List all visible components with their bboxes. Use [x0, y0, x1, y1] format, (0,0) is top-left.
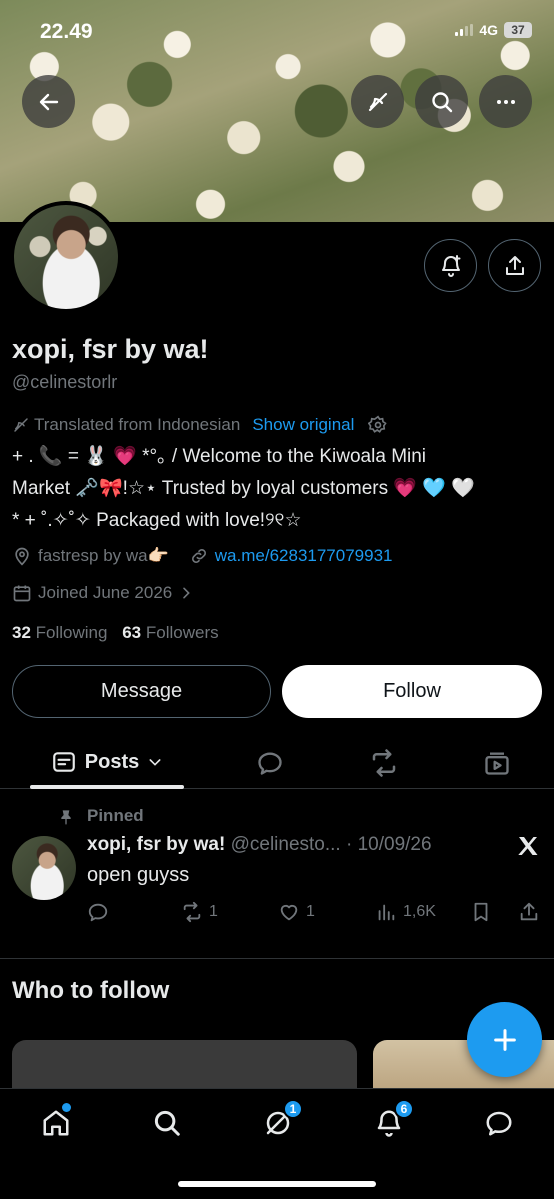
- posts-icon: [52, 752, 75, 772]
- back-arrow-icon: [39, 93, 58, 110]
- bio-line: Market 🗝️🎀!☆⋆ Trusted by loyal customers…: [12, 478, 475, 499]
- message-button[interactable]: Message: [12, 665, 271, 718]
- home-icon: [43, 1110, 69, 1136]
- tab-media[interactable]: [477, 743, 517, 783]
- reply-icon: [258, 752, 282, 775]
- profile-website-link[interactable]: wa.me/6283177079931: [215, 546, 393, 566]
- nav-messages[interactable]: [479, 1103, 519, 1143]
- tab-reposts[interactable]: [364, 743, 404, 783]
- share-button[interactable]: [488, 239, 541, 292]
- share-icon: [520, 902, 538, 921]
- x-logo-icon: [518, 837, 538, 855]
- tab-replies[interactable]: [250, 743, 290, 783]
- search-icon: [431, 91, 452, 112]
- bookmark-action[interactable]: [470, 900, 492, 924]
- home-notification-dot: [62, 1103, 71, 1112]
- calendar-icon: [13, 585, 31, 602]
- nav-grok-badge: 1: [283, 1099, 303, 1119]
- message-icon: [486, 1111, 512, 1136]
- followers-link[interactable]: 63 Followers: [122, 623, 218, 642]
- profile-avatar[interactable]: [10, 201, 122, 313]
- link-icon: [191, 549, 206, 563]
- post-author-avatar[interactable]: [12, 836, 76, 900]
- more-icon: [496, 99, 515, 104]
- like-action[interactable]: 1: [278, 900, 315, 924]
- translate-off-icon: [14, 418, 28, 432]
- profile-meta-row: fastresp by wa👉🏻 wa.me/6283177079931: [12, 546, 392, 566]
- more-options-button[interactable]: [479, 75, 532, 128]
- repost-icon: [372, 749, 396, 777]
- repost-action[interactable]: 1: [181, 900, 218, 924]
- views-count: 1,6K: [403, 903, 436, 920]
- heart-icon: [280, 904, 298, 921]
- share-icon: [505, 255, 524, 275]
- profile-location: fastresp by wa👉🏻: [38, 546, 169, 565]
- tab-posts-label: Posts: [84, 750, 140, 773]
- network-label: 4G: [479, 22, 498, 38]
- following-label: Following: [35, 623, 108, 642]
- notifications-badge: 6: [394, 1099, 414, 1119]
- profile-handle: @celinestorlr: [12, 372, 118, 392]
- profile-tabs: Posts: [0, 735, 554, 789]
- views-icon: [378, 904, 395, 921]
- bio-line: + . 📞 = 🐰 💗 *°｡ / Welcome to the Kiwoala…: [12, 446, 427, 467]
- nav-search[interactable]: [147, 1103, 187, 1143]
- joined-date: Joined June 2026: [38, 583, 173, 602]
- signal-icon: [455, 24, 474, 36]
- follow-counts: 32 Following 63 Followers: [12, 623, 219, 643]
- following-link[interactable]: 32 Following: [12, 623, 107, 642]
- bell-plus-icon: [441, 254, 460, 277]
- follow-button[interactable]: Follow: [282, 665, 542, 718]
- post-header[interactable]: xopi, fsr by wa! @celinesto... · 10/09/2…: [87, 834, 432, 856]
- bio-line: * + ˚.✧˚✧ Packaged with love!୨୧☆: [12, 510, 302, 531]
- repost-icon: [183, 901, 201, 923]
- status-indicators: 4G 37: [455, 22, 532, 38]
- share-post-action[interactable]: [518, 900, 540, 924]
- profile-name: xopi, fsr by wa!: [12, 334, 209, 364]
- repost-count: 1: [209, 903, 218, 920]
- tab-posts[interactable]: Posts: [30, 735, 184, 789]
- home-indicator: [178, 1181, 376, 1187]
- plus-icon: [493, 1028, 516, 1051]
- notify-button[interactable]: [424, 239, 477, 292]
- following-count: 32: [12, 623, 31, 642]
- translation-notice: Translated from Indonesian Show original: [12, 415, 388, 435]
- search-button[interactable]: [415, 75, 468, 128]
- views-action[interactable]: 1,6K: [375, 900, 436, 924]
- followers-label: Followers: [145, 623, 219, 642]
- translate-toggle-button[interactable]: [351, 75, 404, 128]
- battery-icon: 37: [504, 22, 532, 38]
- reply-action[interactable]: [87, 900, 109, 924]
- translated-label: Translated from Indonesian: [34, 415, 241, 434]
- followers-count: 63: [122, 623, 142, 642]
- pin-icon: [61, 810, 71, 825]
- status-time: 22.49: [40, 20, 93, 43]
- location-icon: [15, 547, 29, 566]
- post-author-name: xopi, fsr by wa!: [87, 834, 226, 855]
- pinned-label: Pinned: [87, 806, 144, 825]
- chevron-right-icon: [183, 587, 191, 599]
- bookmark-icon: [474, 902, 488, 922]
- post-separator: ·: [346, 834, 353, 855]
- search-icon: [154, 1110, 180, 1136]
- post-author-handle: @celinesto...: [230, 834, 341, 855]
- like-count: 1: [306, 903, 315, 920]
- post-text: open guyss: [87, 864, 190, 886]
- chevron-down-icon: [149, 759, 161, 766]
- translate-off-icon: [368, 92, 387, 111]
- joined-row[interactable]: Joined June 2026: [12, 583, 194, 603]
- media-icon: [485, 752, 509, 775]
- back-button[interactable]: [22, 75, 75, 128]
- profile-bio: + . 📞 = 🐰 💗 *°｡ / Welcome to the Kiwoala…: [12, 441, 542, 537]
- settings-icon[interactable]: [368, 415, 388, 435]
- post-date: 10/09/26: [357, 834, 432, 855]
- section-divider: [0, 958, 554, 959]
- compose-post-button[interactable]: [467, 1002, 542, 1077]
- show-original-link[interactable]: Show original: [252, 415, 354, 435]
- reply-icon: [88, 903, 108, 922]
- tab-active-indicator: [30, 785, 184, 789]
- who-to-follow-title: Who to follow: [12, 977, 170, 1004]
